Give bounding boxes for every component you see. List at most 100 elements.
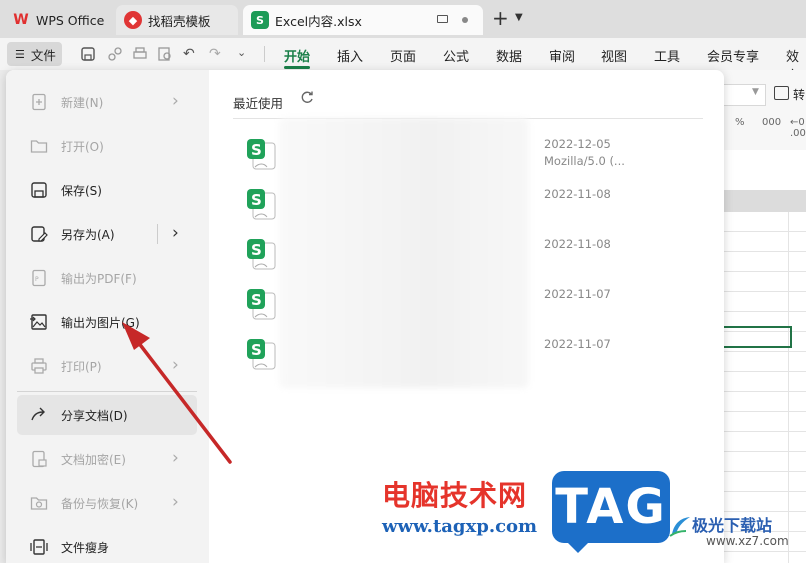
tab-daoke-template[interactable]: ◆ 找稻壳模板 [116,5,238,35]
menu-item-label: 文件瘦身 [61,541,110,555]
percent-format-button[interactable]: % [735,117,745,128]
active-tab-indicator [284,66,310,69]
unsaved-dot-icon[interactable] [462,17,468,23]
menu-item-label: 保存(S) [61,184,102,198]
file-slim-icon [30,539,48,555]
tab-label: Excel内容.xlsx [275,13,362,29]
tab-excel-document[interactable]: S Excel内容.xlsx [243,5,483,35]
menu-item-save-as[interactable]: 另存为(A) › [17,214,197,254]
print-icon [31,358,47,374]
tab-home[interactable]: 开始 [284,46,310,65]
menu-item-file-slim[interactable]: 文件瘦身 [17,527,197,563]
svg-text:S: S [251,291,262,309]
recent-file-row[interactable]: S 2022-12-05 Mozilla/5.0 (... [209,137,724,187]
tab-data[interactable]: 数据 [496,46,522,65]
divider [17,391,197,392]
watermark-site-name: 电脑技术网 [382,479,528,512]
recent-file-row[interactable]: S 2022-11-07 [209,287,724,337]
menu-item-export-pdf[interactable]: P 输出为PDF(F) [17,258,197,298]
tab-page[interactable]: 页面 [390,46,416,65]
open-folder-icon [30,140,48,153]
chevron-right-icon: › [172,91,179,111]
recent-file-row[interactable]: S 2022-11-08 [209,187,724,237]
convert-label[interactable]: 转 [793,86,805,103]
tab-label: 找稻壳模板 [148,13,211,29]
chevron-down-icon[interactable]: ▼ [515,12,523,23]
save-as-icon [31,226,48,242]
menu-item-export-image[interactable]: 输出为图片(G) [17,302,197,342]
menu-item-open[interactable]: 打开(O) [17,126,197,166]
menu-item-label: 打开(O) [61,140,104,154]
print-quick-icon[interactable] [132,46,148,62]
menu-item-label: 另存为(A) [61,228,115,242]
new-tab-button[interactable]: + [492,6,509,30]
watermark-tag-logo: TAG [552,471,670,553]
link-icon[interactable] [107,46,123,62]
file-date: 2022-11-07 [544,287,611,301]
tab-tools[interactable]: 工具 [654,46,680,65]
tab-member[interactable]: 会员专享 [707,46,759,65]
aurora-logo-icon [669,517,690,537]
tab-insert[interactable]: 插入 [337,46,363,65]
excel-file-icon: S [247,139,276,170]
quick-access-chevron-icon[interactable]: ⌄ [237,46,246,59]
save-icon [31,182,47,198]
menu-item-print[interactable]: 打印(P) › [17,346,197,386]
hamburger-icon: ☰ [15,47,25,61]
excel-file-icon: S [247,189,276,220]
menu-item-new[interactable]: 新建(N) › [17,82,197,122]
encrypt-icon [32,450,47,468]
tab-formula[interactable]: 公式 [443,46,469,65]
tab-bar: W WPS Office ◆ 找稻壳模板 S Excel内容.xlsx + ▼ [0,0,806,38]
chevron-right-icon: › [172,492,179,512]
divider [157,224,158,244]
watermark-aurora-name: 极光下载站 [692,516,773,535]
refresh-icon[interactable] [300,90,314,104]
print-preview-icon[interactable] [157,46,173,62]
recent-file-row[interactable]: S 2022-11-07 [209,337,724,387]
svg-text:S: S [251,191,262,209]
tab-label: WPS Office [36,12,105,28]
watermark-aurora-url: www.xz7.com [706,534,789,548]
file-menu-button[interactable]: ☰ 文件 [7,42,62,66]
recent-file-row[interactable]: S 2022-11-08 [209,237,724,287]
excel-file-icon: S [247,289,276,320]
excel-file-icon: S [247,239,276,270]
file-menu-list: 新建(N) › 打开(O) 保存(S) 另存为(A) › P 输出为PDF(F)… [6,70,209,563]
file-menu-label: 文件 [30,47,56,63]
wps-logo-icon: W [13,12,29,28]
excel-file-icon: S [247,339,276,370]
menu-item-label: 输出为PDF(F) [61,272,137,286]
chevron-right-icon: › [172,448,179,468]
undo-icon[interactable]: ↶ [183,46,195,62]
file-date: 2022-12-05 [544,137,611,151]
menu-item-backup[interactable]: 备份与恢复(K) › [17,483,197,523]
divider [264,46,265,62]
tab-wps-office[interactable]: W WPS Office [4,5,110,35]
redo-icon[interactable]: ↷ [209,46,221,62]
export-image-icon [30,314,47,330]
menu-item-label: 新建(N) [61,96,104,110]
convert-icon[interactable] [774,86,789,100]
decimal-format-button[interactable]: ←0 .00 [790,117,806,139]
thousands-format-button[interactable]: 000 [762,117,781,128]
menu-item-save[interactable]: 保存(S) [17,170,197,210]
watermark-site-url: www.tagxp.com [382,516,538,537]
menu-bar: ☰ 文件 ↶ ↷ ⌄ 开始 插入 页面 公式 数据 审阅 视图 工具 会员专享 … [0,38,806,84]
monitor-icon[interactable] [437,15,448,23]
export-pdf-icon: P [32,269,46,287]
menu-item-encrypt[interactable]: 文档加密(E) › [17,439,197,479]
chevron-right-icon[interactable]: › [172,223,179,243]
file-date: 2022-11-08 [544,237,611,251]
menu-item-share[interactable]: 分享文档(D) [17,395,197,435]
svg-text:S: S [251,341,262,359]
daoke-logo-icon: ◆ [124,11,142,29]
svg-text:S: S [251,241,262,259]
menu-item-label: 文档加密(E) [61,453,126,467]
watermark-tag-text: TAG [555,479,667,535]
share-icon [31,407,45,421]
tab-view[interactable]: 视图 [601,46,627,65]
save-quick-icon[interactable] [80,46,96,62]
new-file-icon [32,93,46,111]
tab-review[interactable]: 审阅 [549,46,575,65]
